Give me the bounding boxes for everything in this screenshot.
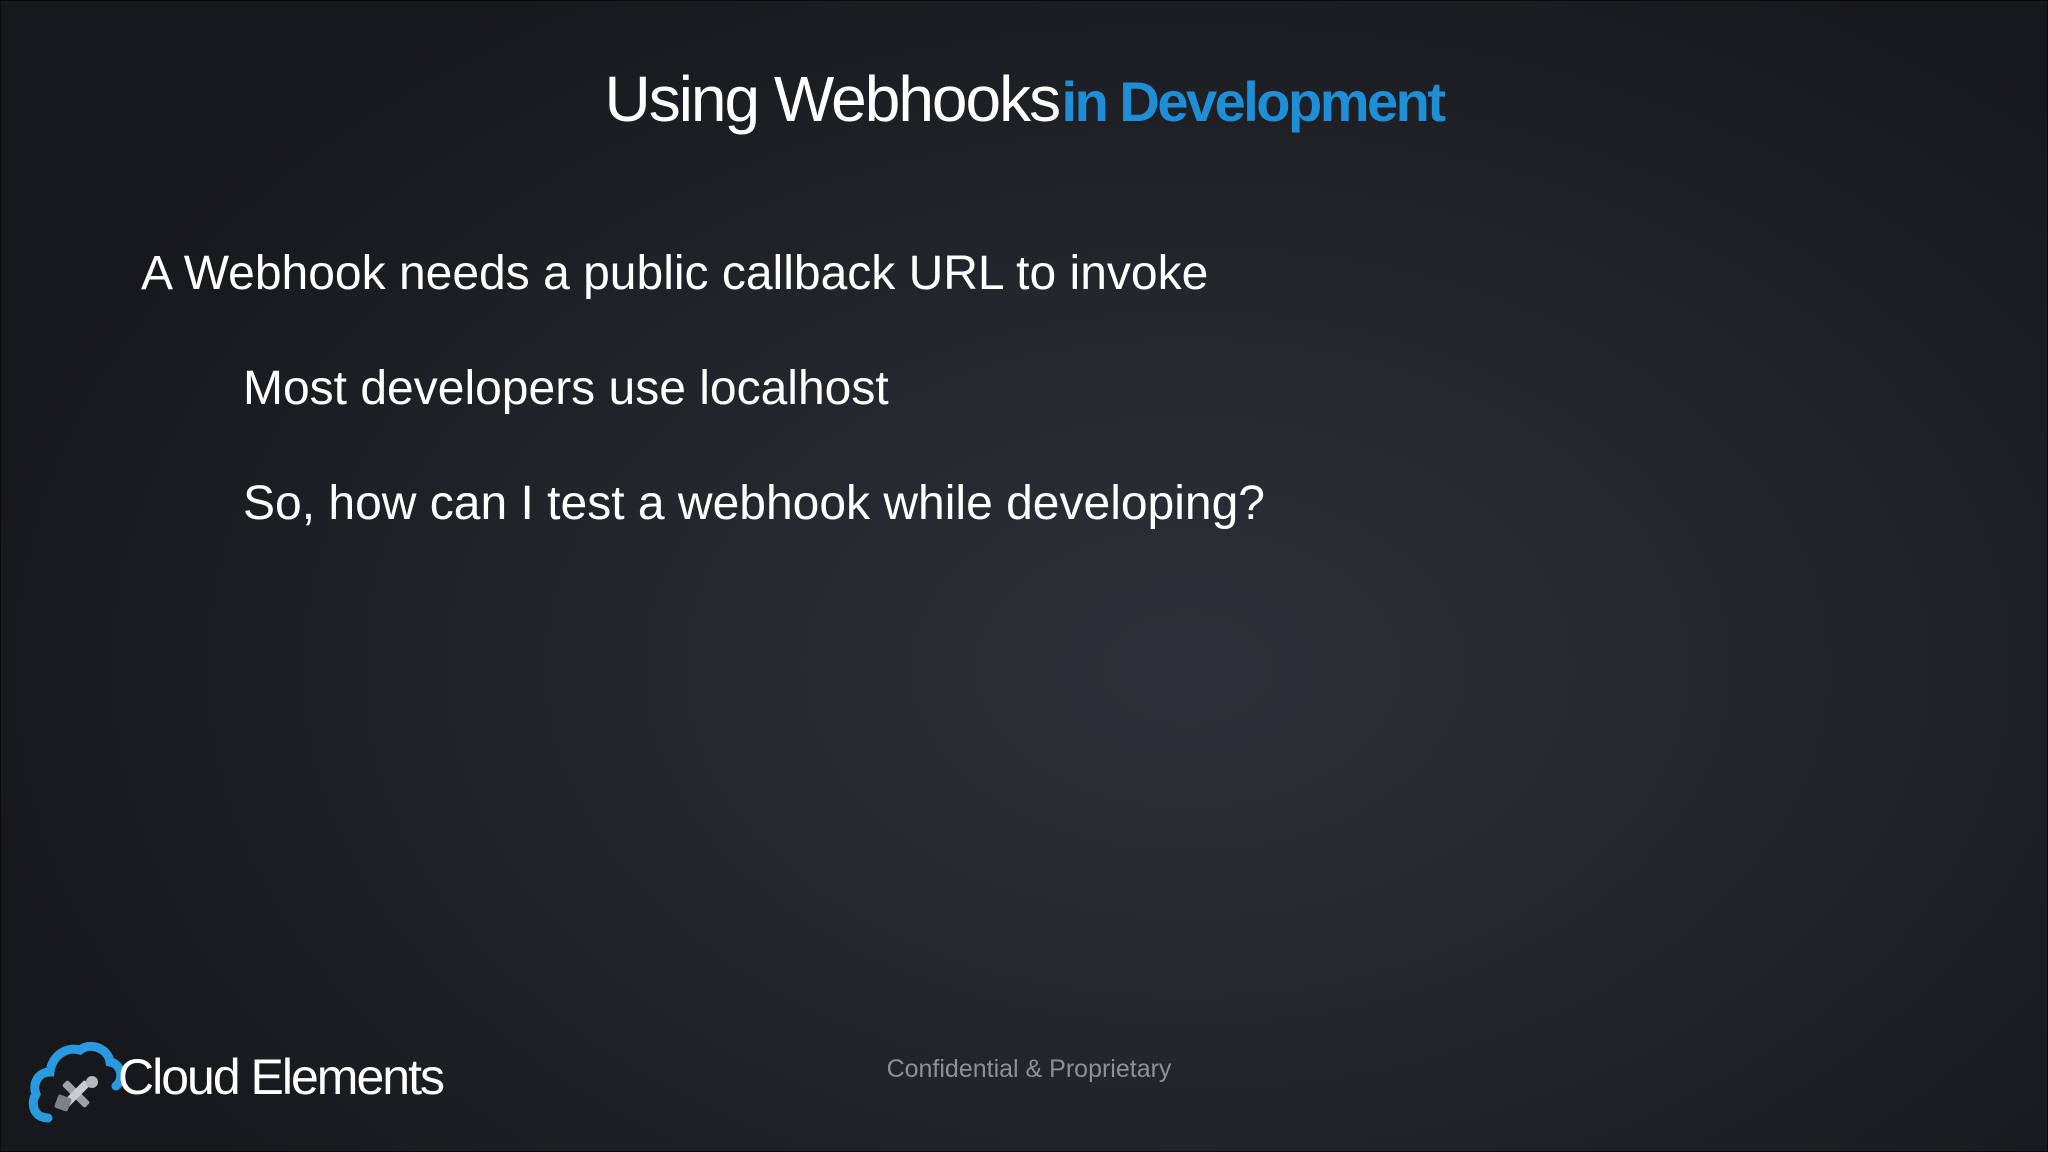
bullet-level2: So, how can I test a webhook while devel…: [243, 477, 1265, 530]
logo-text: Cloud Elements: [118, 1049, 445, 1105]
title-accent: in Development: [1061, 70, 1446, 133]
bullet-level2: Most developers use localhost: [243, 362, 889, 415]
company-logo: Cloud Elements: [28, 1034, 468, 1124]
slide: Using Webhooks in Development A Webhook …: [0, 0, 2048, 1152]
slide-title: Using Webhooks in Development: [0, 62, 2048, 136]
slide-border: [0, 0, 2048, 1152]
bullet-level1: A Webhook needs a public callback URL to…: [141, 247, 1209, 300]
title-main: Using Webhooks: [604, 63, 1061, 135]
cloud-elements-logo-icon: [28, 1042, 124, 1123]
